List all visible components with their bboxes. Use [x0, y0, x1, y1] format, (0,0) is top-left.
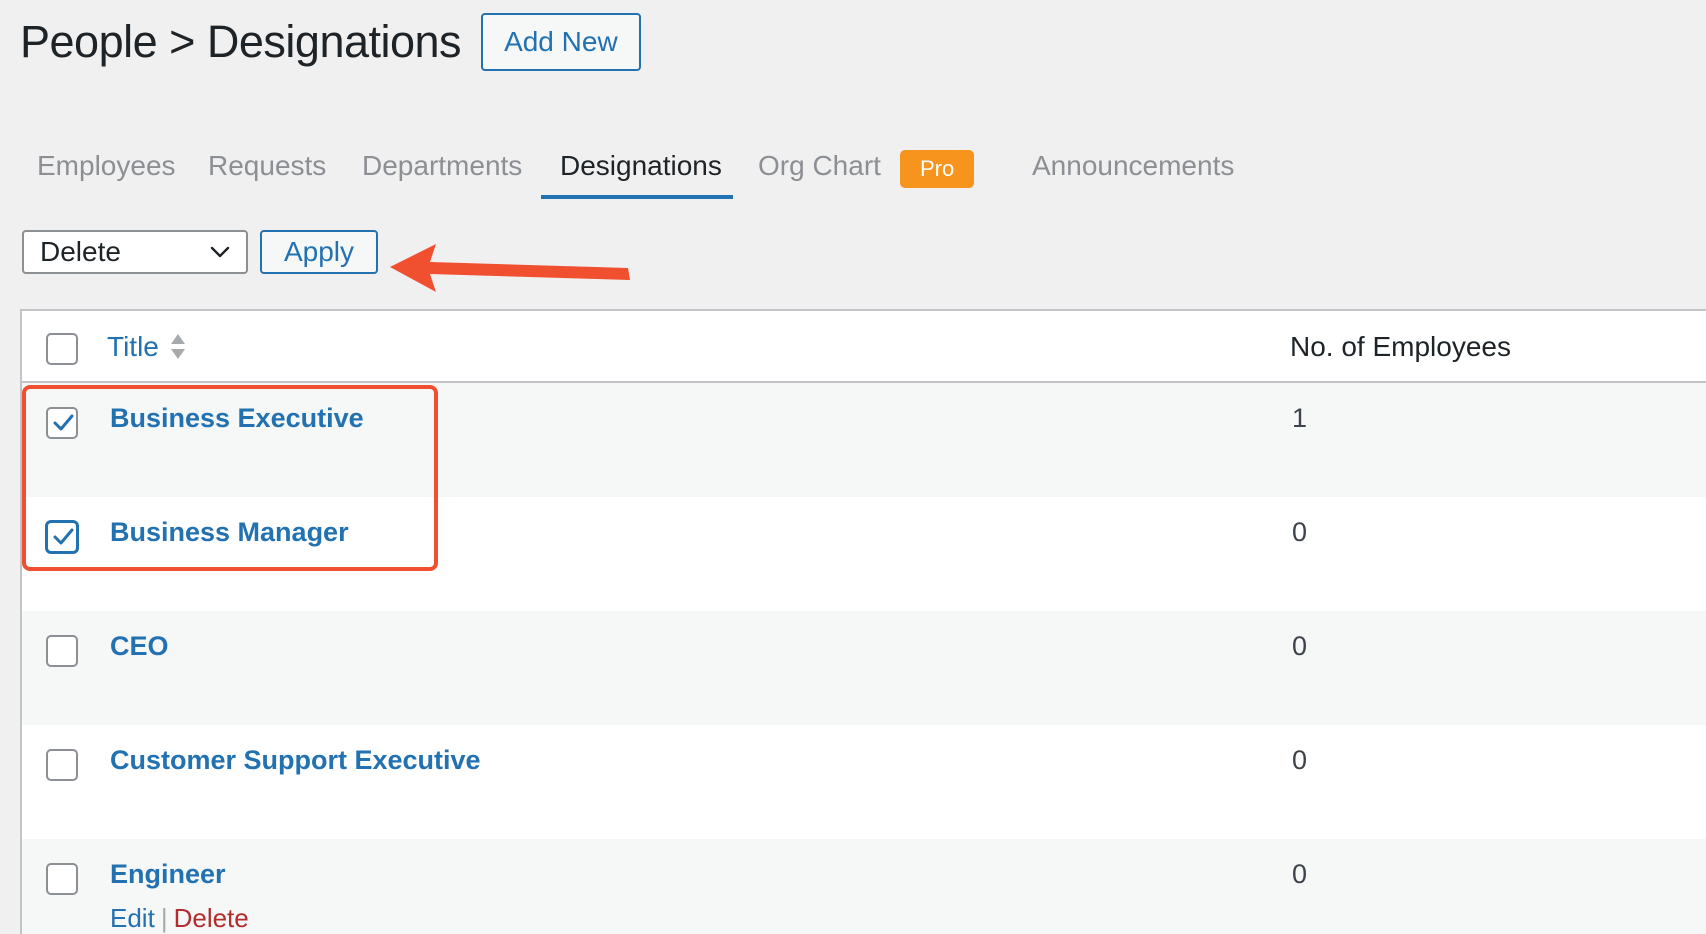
page-header: People > Designations Add New	[20, 12, 641, 72]
annotation-arrow-icon	[390, 244, 630, 292]
row-delete-link[interactable]: Delete	[174, 903, 249, 933]
add-new-button[interactable]: Add New	[481, 13, 641, 71]
designations-table: Title No. of Employees Business Executiv…	[20, 309, 1706, 934]
table-row: CEO 0	[22, 611, 1706, 725]
row-employee-count: 0	[1292, 517, 1308, 547]
page-title: People > Designations	[20, 16, 462, 67]
sort-icon	[170, 334, 185, 359]
active-tab-indicator	[541, 195, 733, 199]
row-title-link[interactable]: Customer Support Executive	[110, 745, 481, 776]
tab-designations[interactable]: Designations	[560, 140, 722, 200]
checkmark-icon	[53, 528, 74, 545]
bulk-action-select[interactable]: Delete	[22, 230, 248, 274]
tab-bar: Employees Requests Departments Designati…	[20, 140, 1680, 200]
row-title-link[interactable]: Business Manager	[110, 517, 349, 548]
row-checkbox[interactable]	[46, 521, 78, 553]
checkmark-icon	[53, 414, 74, 431]
chevron-down-icon	[210, 246, 230, 258]
row-title-link[interactable]: Engineer	[110, 859, 226, 890]
row-title-link[interactable]: CEO	[110, 631, 169, 662]
row-actions: Edit | Delete	[110, 903, 249, 934]
tab-announcements[interactable]: Announcements	[1032, 140, 1234, 200]
row-employee-count: 0	[1292, 859, 1308, 889]
column-header-employee-count: No. of Employees	[1290, 331, 1511, 362]
row-checkbox[interactable]	[46, 635, 78, 667]
column-header-title-label: Title	[107, 331, 159, 362]
row-employee-count: 1	[1292, 403, 1308, 433]
page: People > Designations Add New Employees …	[0, 0, 1706, 934]
table-row: Business Executive 1	[22, 383, 1706, 497]
column-header-title[interactable]: Title	[107, 331, 187, 363]
row-employee-count: 0	[1292, 631, 1308, 661]
row-checkbox[interactable]	[46, 863, 78, 895]
tab-departments[interactable]: Departments	[362, 140, 522, 200]
tab-employees[interactable]: Employees	[37, 140, 176, 200]
row-title-link[interactable]: Business Executive	[110, 403, 364, 434]
row-checkbox[interactable]	[46, 749, 78, 781]
tab-requests[interactable]: Requests	[208, 140, 326, 200]
table-row: Customer Support Executive 0	[22, 725, 1706, 839]
row-checkbox[interactable]	[46, 407, 78, 439]
bulk-action-selected-value: Delete	[40, 236, 121, 267]
select-all-checkbox[interactable]	[46, 333, 78, 365]
row-actions-separator: |	[160, 903, 168, 933]
pro-badge: Pro	[900, 150, 975, 188]
row-employee-count: 0	[1292, 745, 1308, 775]
row-edit-link[interactable]: Edit	[110, 903, 155, 933]
apply-button[interactable]: Apply	[260, 230, 378, 274]
table-header: Title No. of Employees	[22, 311, 1706, 383]
table-row: Business Manager 0	[22, 497, 1706, 611]
tab-org-chart[interactable]: Org Chart	[758, 140, 881, 200]
table-row: Engineer 0 Edit | Delete	[22, 839, 1706, 934]
bulk-actions-bar: Delete Apply	[22, 230, 378, 274]
